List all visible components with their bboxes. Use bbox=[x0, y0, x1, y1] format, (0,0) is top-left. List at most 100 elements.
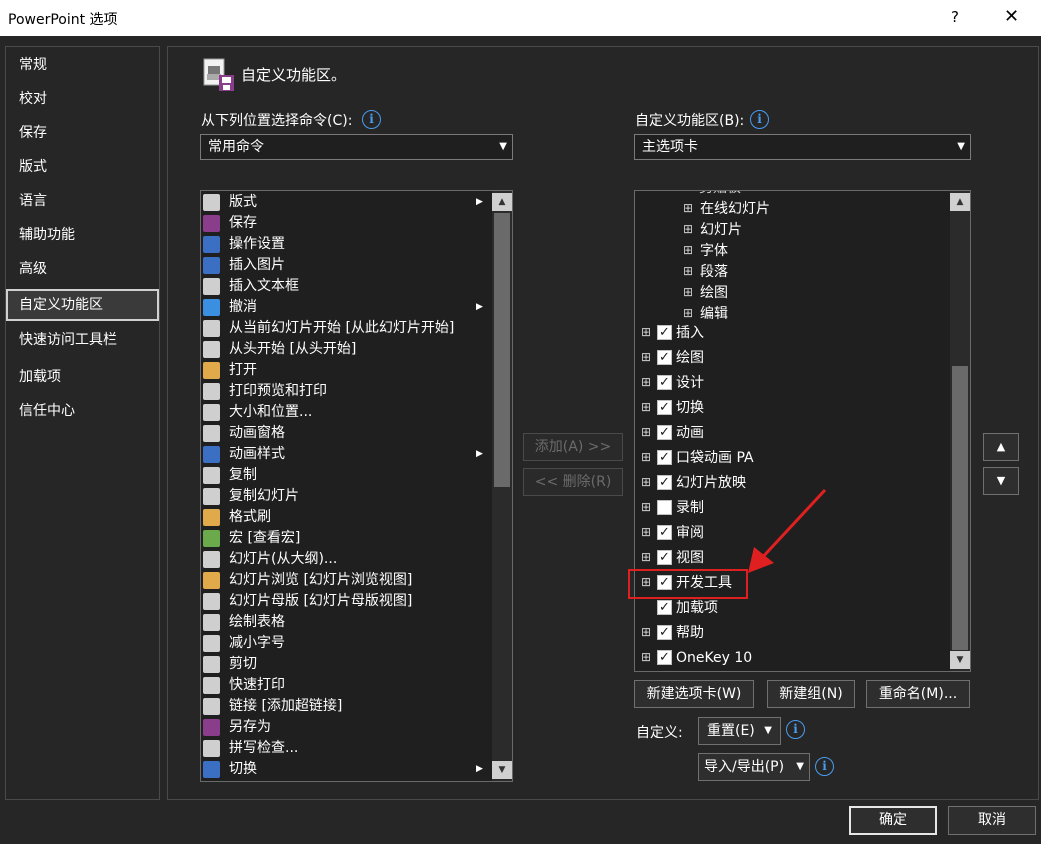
close-icon[interactable]: ✕ bbox=[1004, 6, 1019, 27]
expand-icon[interactable]: ⊞ bbox=[683, 244, 693, 256]
expand-icon[interactable]: ⊞ bbox=[641, 326, 651, 338]
nav-item-general[interactable]: 常规 bbox=[6, 49, 159, 81]
scroll-thumb[interactable] bbox=[494, 213, 510, 487]
command-item[interactable]: 剪切 bbox=[201, 654, 491, 675]
scroll-down-icon[interactable]: ▼ bbox=[492, 761, 512, 779]
command-item[interactable]: 大小和位置... bbox=[201, 402, 491, 423]
command-item[interactable]: 切换 ▶ bbox=[201, 759, 491, 780]
import-export-dropdown[interactable]: 导入/导出(P) ▼ bbox=[698, 753, 810, 781]
nav-item-trust-center[interactable]: 信任中心 bbox=[6, 395, 159, 427]
tab-checkbox[interactable]: ✓ bbox=[657, 325, 672, 340]
tab-checkbox[interactable]: ✓ bbox=[657, 600, 672, 615]
expand-icon[interactable]: ⊞ bbox=[683, 265, 693, 277]
command-item[interactable]: 绘制表格 bbox=[201, 612, 491, 633]
command-item[interactable]: 插入文本框 bbox=[201, 276, 491, 297]
move-down-button[interactable]: ▼ bbox=[983, 467, 1019, 495]
expand-icon[interactable]: ⊞ bbox=[641, 476, 651, 488]
expand-icon[interactable]: ⊞ bbox=[683, 286, 693, 298]
command-item[interactable]: 快速打印 bbox=[201, 675, 491, 696]
nav-item-layout[interactable]: 版式 bbox=[6, 151, 159, 183]
nav-item-proofing[interactable]: 校对 bbox=[6, 83, 159, 115]
tab-checkbox[interactable]: ✓ bbox=[657, 475, 672, 490]
info-icon[interactable]: i bbox=[815, 757, 834, 776]
scroll-down-icon[interactable]: ▼ bbox=[950, 651, 970, 669]
command-item[interactable]: 保存 bbox=[201, 213, 491, 234]
ribbon-tree-scrollbar[interactable]: ▲ ▼ bbox=[950, 191, 970, 671]
tab-checkbox[interactable]: ✓ bbox=[657, 425, 672, 440]
tab-checkbox[interactable]: ✓ bbox=[657, 625, 672, 640]
command-item[interactable]: 撤消 ▶ bbox=[201, 297, 491, 318]
command-item[interactable]: 宏 [查看宏] bbox=[201, 528, 491, 549]
help-button[interactable]: ? bbox=[951, 8, 959, 26]
tab-checkbox[interactable]: ✓ bbox=[657, 450, 672, 465]
command-item[interactable]: 复制幻灯片 bbox=[201, 486, 491, 507]
expand-icon[interactable]: ⊞ bbox=[683, 307, 693, 319]
new-tab-button[interactable]: 新建选项卡(W) bbox=[634, 680, 754, 708]
ok-button[interactable]: 确定 bbox=[849, 806, 937, 835]
expand-icon[interactable]: ⊞ bbox=[641, 426, 651, 438]
expand-icon[interactable]: ⊞ bbox=[641, 501, 651, 513]
ribbon-tree[interactable]: 剪贴板 ⊞在线幻灯片⊞幻灯片⊞字体⊞段落⊞绘图⊞编辑⊞✓插入⊞✓绘图⊞✓设计⊞✓… bbox=[634, 190, 971, 672]
tab-checkbox[interactable]: ✓ bbox=[657, 525, 672, 540]
customize-ribbon-dropdown[interactable]: 主选项卡 ▼ bbox=[634, 134, 971, 160]
expand-icon[interactable]: ⊞ bbox=[641, 401, 651, 413]
command-item[interactable]: 幻灯片母版 [幻灯片母版视图] bbox=[201, 591, 491, 612]
expand-icon[interactable]: ⊞ bbox=[641, 551, 651, 563]
scroll-up-icon[interactable]: ▲ bbox=[492, 193, 512, 211]
nav-item-addins[interactable]: 加载项 bbox=[6, 361, 159, 393]
command-item[interactable]: 动画窗格 bbox=[201, 423, 491, 444]
command-item[interactable]: 幻灯片(从大纲)... bbox=[201, 549, 491, 570]
command-item[interactable]: 动画样式 ▶ bbox=[201, 444, 491, 465]
nav-item-customize-ribbon[interactable]: 自定义功能区 bbox=[6, 289, 159, 321]
expand-icon[interactable]: ⊞ bbox=[641, 376, 651, 388]
new-group-button[interactable]: 新建组(N) bbox=[767, 680, 855, 708]
nav-item-accessibility[interactable]: 辅助功能 bbox=[6, 219, 159, 251]
command-item[interactable]: 减小字号 bbox=[201, 633, 491, 654]
tab-checkbox[interactable]: ✓ bbox=[657, 375, 672, 390]
reset-dropdown[interactable]: 重置(E) ▼ bbox=[698, 717, 781, 745]
expand-icon[interactable]: ⊞ bbox=[641, 451, 651, 463]
move-up-button[interactable]: ▲ bbox=[983, 433, 1019, 461]
scroll-thumb[interactable] bbox=[952, 366, 968, 650]
command-item[interactable]: 拼写检查... bbox=[201, 738, 491, 759]
expand-icon[interactable]: ⊞ bbox=[683, 202, 693, 214]
commands-scrollbar[interactable]: ▲ ▼ bbox=[492, 191, 512, 781]
tab-checkbox[interactable] bbox=[657, 500, 672, 515]
tab-checkbox[interactable]: ✓ bbox=[657, 650, 672, 665]
command-item[interactable]: 另存为 bbox=[201, 717, 491, 738]
expand-icon[interactable]: ⊞ bbox=[641, 651, 651, 663]
save-icon bbox=[203, 215, 220, 232]
commands-list[interactable]: 版式 ▶ 保存 操作设置 插入图片 插入文本框 撤消 ▶ 从当前幻灯片开始 [从此幻灯片开始] 从… bbox=[200, 190, 513, 782]
command-item[interactable]: 复制 bbox=[201, 465, 491, 486]
info-icon[interactable]: i bbox=[786, 720, 805, 739]
command-item[interactable]: 从头开始 [从头开始] bbox=[201, 339, 491, 360]
info-icon[interactable]: i bbox=[362, 110, 381, 129]
command-item[interactable]: 幻灯片浏览 [幻灯片浏览视图] bbox=[201, 570, 491, 591]
info-icon[interactable]: i bbox=[750, 110, 769, 129]
choose-commands-dropdown[interactable]: 常用命令 ▼ bbox=[200, 134, 513, 160]
scroll-up-icon[interactable]: ▲ bbox=[950, 193, 970, 211]
command-item[interactable]: 格式刷 bbox=[201, 507, 491, 528]
command-item[interactable]: 链接 [添加超链接] bbox=[201, 696, 491, 717]
expand-icon[interactable]: ⊞ bbox=[641, 626, 651, 638]
nav-item-quick-access-toolbar[interactable]: 快速访问工具栏 bbox=[6, 324, 159, 356]
command-item[interactable]: 插入图片 bbox=[201, 255, 491, 276]
command-item[interactable]: 从当前幻灯片开始 [从此幻灯片开始] bbox=[201, 318, 491, 339]
command-item[interactable]: 操作设置 bbox=[201, 234, 491, 255]
tab-checkbox[interactable]: ✓ bbox=[657, 350, 672, 365]
expand-icon[interactable]: ⊞ bbox=[641, 351, 651, 363]
command-item[interactable]: 打印预览和打印 bbox=[201, 381, 491, 402]
add-button[interactable]: 添加(A) >> bbox=[523, 433, 623, 461]
tab-checkbox[interactable]: ✓ bbox=[657, 400, 672, 415]
rename-button[interactable]: 重命名(M)... bbox=[866, 680, 970, 708]
nav-item-save[interactable]: 保存 bbox=[6, 117, 159, 149]
remove-button[interactable]: << 删除(R) bbox=[523, 468, 623, 496]
command-item[interactable]: 打开 bbox=[201, 360, 491, 381]
nav-item-advanced[interactable]: 高级 bbox=[6, 253, 159, 285]
expand-icon[interactable]: ⊞ bbox=[683, 223, 693, 235]
command-item[interactable]: 版式 ▶ bbox=[201, 192, 491, 213]
expand-icon[interactable]: ⊞ bbox=[641, 526, 651, 538]
tab-checkbox[interactable]: ✓ bbox=[657, 550, 672, 565]
cancel-button[interactable]: 取消 bbox=[948, 806, 1036, 835]
nav-item-language[interactable]: 语言 bbox=[6, 185, 159, 217]
